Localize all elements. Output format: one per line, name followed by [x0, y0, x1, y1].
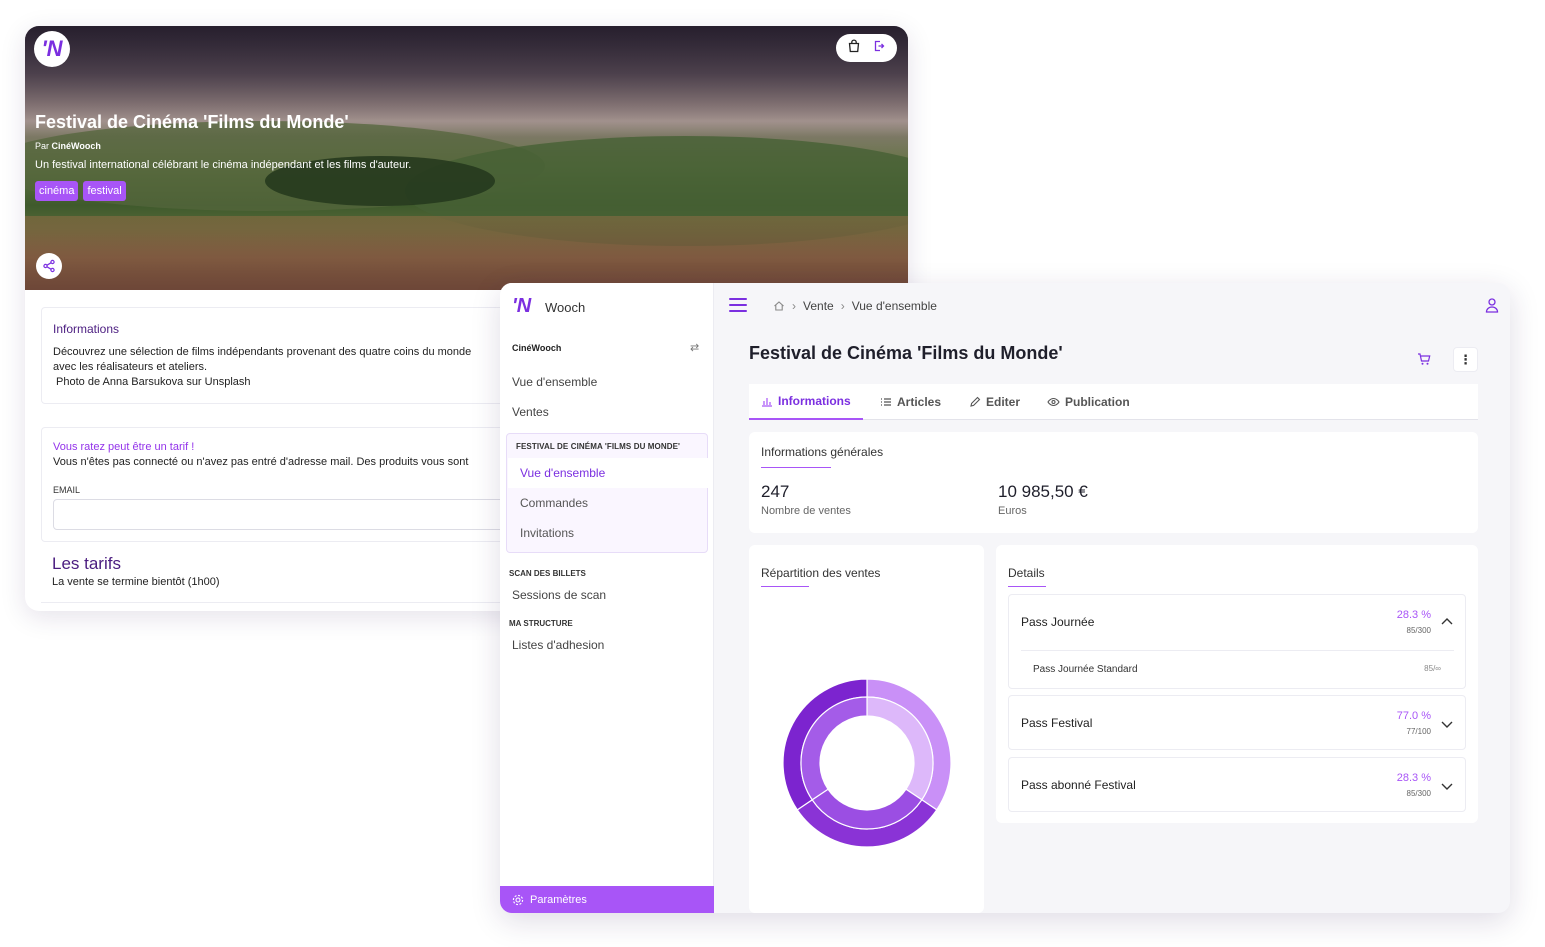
organization-name: CinéWooch: [512, 343, 562, 353]
admin-dashboard: 'N Wooch CinéWooch ⇄ Vue d'ensemble Vent…: [500, 283, 1510, 913]
cart-icon[interactable]: [1417, 352, 1431, 371]
tab-editer[interactable]: Editer: [969, 384, 1020, 420]
info-card-title: Informations: [53, 322, 120, 336]
app-name: Wooch: [545, 300, 586, 315]
tarifs-subtitle: La vente se termine bientôt (1h00): [52, 576, 220, 588]
chevron-up-icon[interactable]: [1441, 614, 1453, 628]
sales-distribution-title: Répartition des ventes: [761, 566, 881, 580]
pencil-icon: [970, 396, 981, 407]
sidebar-item-scan-sessions[interactable]: Sessions de scan: [512, 588, 606, 602]
product-fraction: 85/300: [1406, 789, 1431, 798]
settings-label: Paramètres: [530, 893, 587, 906]
general-info-card: Informations générales 247 Nombre de ven…: [749, 432, 1478, 533]
accordion-pass-festival[interactable]: Pass Festival 77.0 % 77/100: [1008, 695, 1466, 750]
product-name: Pass Festival: [1021, 716, 1093, 730]
event-group-title: FESTIVAL DE CINÉMA 'FILMS DU MONDE': [516, 442, 681, 451]
sidebar-item-orders[interactable]: Commandes: [508, 488, 708, 518]
logo-letter: 'N: [41, 36, 63, 61]
details-card: Details Pass Journée 28.3 % 85/300 Pass …: [996, 545, 1478, 823]
sidebar-item-membership-lists[interactable]: Listes d'adhesion: [512, 638, 604, 652]
sidebar-item-invitations[interactable]: Invitations: [508, 518, 708, 548]
hamburger-menu-icon[interactable]: [729, 298, 747, 312]
kebab-icon: ⋮: [1459, 351, 1472, 367]
missed-tarif-text: Vous n'êtes pas connecté ou n'avez pas e…: [53, 456, 469, 468]
bar-chart-icon: [762, 398, 772, 407]
eye-icon: [1047, 397, 1060, 407]
home-icon[interactable]: [773, 300, 785, 312]
brand-logo[interactable]: 'N: [34, 31, 70, 67]
tab-articles[interactable]: Articles: [880, 384, 941, 420]
tab-bar: Informations Articles Editer Publication: [749, 384, 1478, 420]
info-card: Informations Découvrez une sélection de …: [41, 307, 561, 404]
event-organizer: Par CinéWooch: [35, 141, 101, 151]
divider: [1021, 650, 1454, 651]
tarifs-title: Les tarifs: [52, 554, 121, 573]
product-percent: 28.3 %: [1396, 609, 1431, 621]
hero-actions: [836, 34, 897, 62]
sidebar-item-event-overview[interactable]: Vue d'ensemble: [508, 458, 708, 488]
app-logo[interactable]: 'N: [512, 296, 531, 316]
divider: [41, 602, 561, 603]
product-fraction: 77/100: [1406, 727, 1431, 736]
accordion-pass-abonne-festival[interactable]: Pass abonné Festival 28.3 % 85/300: [1008, 757, 1466, 812]
tag-festival[interactable]: festival: [83, 181, 126, 201]
user-icon[interactable]: [1485, 297, 1499, 318]
event-tags: cinéma festival: [35, 181, 126, 201]
missed-tarif-card: Vous ratez peut être un tarif ! Vous n'ê…: [41, 427, 561, 542]
share-icon: [43, 259, 55, 273]
chevron-down-icon[interactable]: [1441, 718, 1453, 732]
sales-donut-chart: [782, 678, 952, 848]
kpi-sales-count-label: Nombre de ventes: [761, 505, 851, 517]
sidebar-section-scan: SCAN DES BILLETS: [509, 569, 586, 578]
settings-button[interactable]: Paramètres: [500, 886, 714, 913]
organizer-name[interactable]: CinéWooch: [52, 141, 101, 151]
details-title: Details: [1008, 566, 1045, 580]
sidebar-event-group: FESTIVAL DE CINÉMA 'FILMS DU MONDE' Vue …: [506, 433, 708, 553]
gear-icon: [512, 894, 524, 905]
chevron-right-icon: ›: [792, 299, 796, 313]
sales-distribution-card: Répartition des ventes: [749, 545, 984, 913]
shopping-bag-icon[interactable]: [847, 38, 861, 58]
event-title: Festival de Cinéma 'Films du Monde': [35, 112, 349, 132]
switch-organization-icon[interactable]: ⇄: [690, 341, 699, 354]
email-field[interactable]: [53, 499, 553, 530]
tab-publication[interactable]: Publication: [1047, 384, 1130, 420]
page-title: Festival de Cinéma 'Films du Monde': [749, 343, 1063, 363]
hero-banner: 'N Festival de Cinéma 'Films du Monde' P…: [25, 26, 908, 290]
missed-tarif-title: Vous ratez peut être un tarif !: [53, 441, 195, 453]
sidebar-item-overview[interactable]: Vue d'ensemble: [512, 375, 597, 389]
sidebar: 'N Wooch CinéWooch ⇄ Vue d'ensemble Vent…: [500, 283, 714, 913]
chevron-down-icon[interactable]: [1441, 780, 1453, 794]
product-percent: 77.0 %: [1396, 710, 1431, 722]
info-card-text: Découvrez une sélection de films indépen…: [53, 346, 472, 388]
kpi-sales-count: 247: [761, 482, 790, 501]
kpi-revenue-label: Euros: [998, 505, 1027, 517]
sidebar-section-structure: MA STRUCTURE: [509, 619, 573, 628]
event-description: Un festival international célébrant le c…: [35, 159, 412, 171]
general-info-title: Informations générales: [761, 445, 884, 459]
email-label: EMAIL: [53, 485, 81, 495]
list-icon: [881, 398, 891, 406]
sidebar-item-sales[interactable]: Ventes: [512, 405, 549, 419]
product-name: Pass Journée: [1021, 615, 1095, 629]
kpi-revenue: 10 985,50 €: [998, 482, 1088, 501]
product-name: Pass abonné Festival: [1021, 778, 1136, 792]
product-percent: 28.3 %: [1396, 772, 1431, 784]
chevron-right-icon: ›: [840, 299, 845, 313]
tag-cinema[interactable]: cinéma: [35, 181, 79, 201]
breadcrumb-overview: Vue d'ensemble: [851, 299, 937, 313]
breadcrumb: › Vente › Vue d'ensemble: [773, 299, 937, 313]
breadcrumb-sales[interactable]: Vente: [803, 299, 834, 313]
accordion-pass-journee[interactable]: Pass Journée 28.3 % 85/300 Pass Journée …: [1008, 594, 1466, 689]
sub-product-value: 85/∞: [1424, 664, 1441, 673]
share-button[interactable]: [36, 253, 62, 279]
tab-informations[interactable]: Informations: [749, 384, 863, 420]
more-options-button[interactable]: ⋮: [1453, 347, 1478, 372]
logout-icon[interactable]: [872, 39, 886, 58]
product-fraction: 85/300: [1406, 626, 1431, 635]
sub-product-name: Pass Journée Standard: [1033, 664, 1138, 675]
